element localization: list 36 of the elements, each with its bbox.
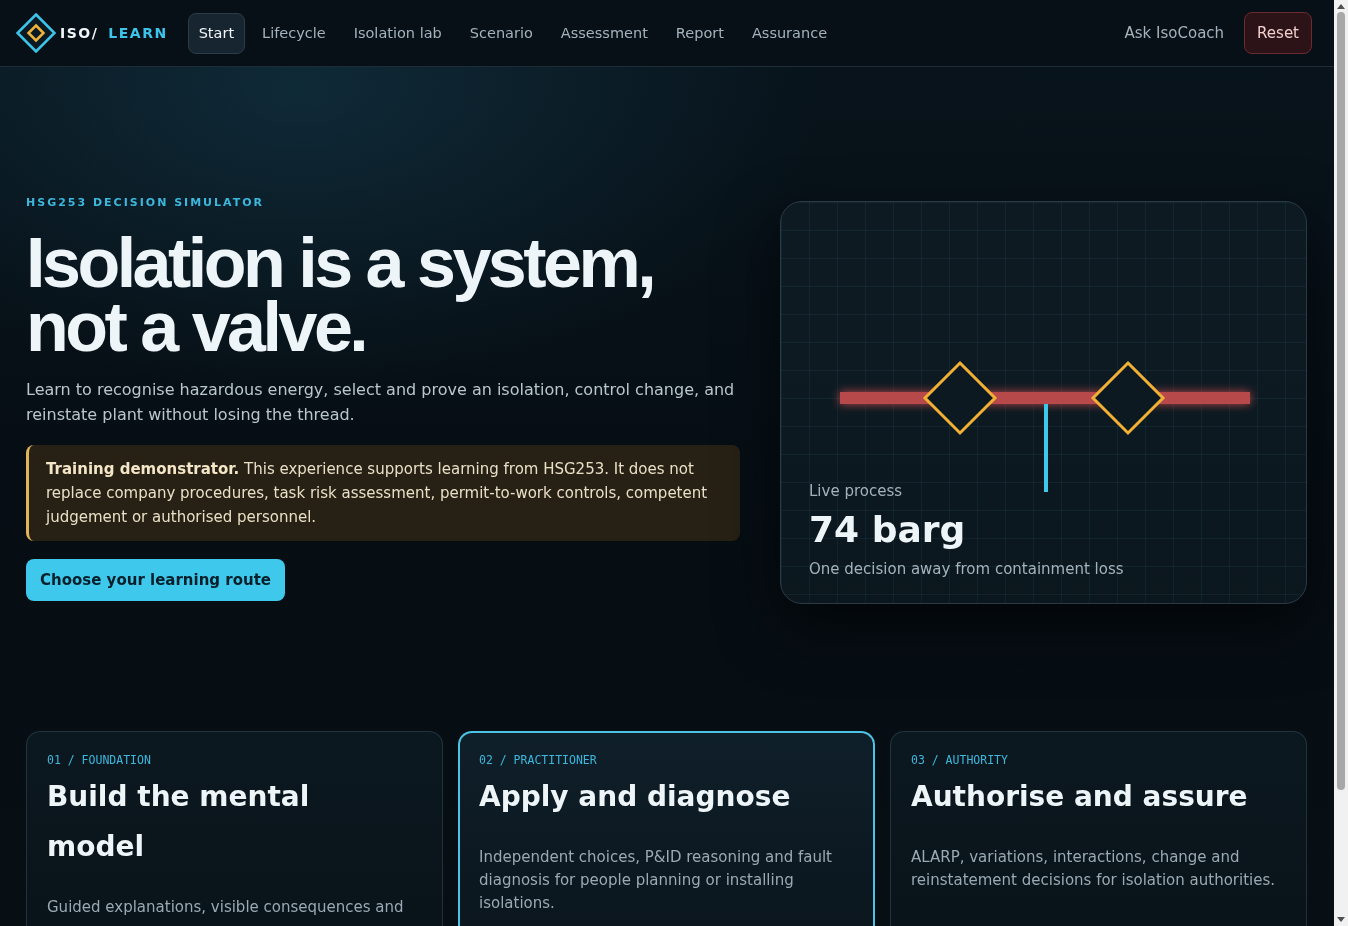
nav-tab[interactable]: Lifecycle bbox=[251, 12, 337, 54]
route-description: ALARP, variations, interactions, change and reinstatement decisions for isolation authorities. bbox=[911, 847, 1277, 891]
learning-route-button[interactable]: Choose your learning route bbox=[26, 559, 286, 601]
eyebrow-text: HSG253 DECISION SIMULATOR bbox=[26, 195, 265, 211]
reset-button[interactable]: Reset bbox=[1244, 12, 1312, 54]
route-card[interactable]: 01 / FOUNDATION Build the mental model Guided explanations, visible consequences and bbox=[26, 731, 443, 926]
route-card[interactable]: 03 / AUTHORITY Authorise and assure ALARP, variations, interactions, change and reinstatement decisions for isolation authorities. bbox=[890, 731, 1307, 926]
logo-text: ISO/ bbox=[60, 25, 99, 41]
process-label: Live process bbox=[809, 481, 903, 502]
logo-text: LEARN bbox=[108, 25, 168, 41]
pressure-value: 74 barg bbox=[809, 508, 966, 552]
route-tag: 02 / PRACTITIONER bbox=[479, 752, 597, 768]
route-title: Apply and diagnose bbox=[479, 779, 791, 815]
nav-tab[interactable]: Start bbox=[187, 12, 246, 54]
route-title: Authorise and assure bbox=[911, 779, 1248, 815]
route-description: Guided explanations, visible consequences and bbox=[47, 897, 404, 918]
scrollbar-thumb[interactable] bbox=[1337, 12, 1345, 790]
route-description: Independent choices, P&ID reasoning and fault diagnosis for people planning or installing isolations. bbox=[479, 847, 833, 914]
nav-tab[interactable]: Isolation lab bbox=[342, 12, 453, 54]
route-tag: 01 / FOUNDATION bbox=[47, 752, 151, 768]
nav-tab[interactable]: Scenario bbox=[458, 12, 544, 54]
route-title: Build the mental model bbox=[47, 779, 311, 865]
nav-tab[interactable]: Report bbox=[664, 12, 735, 54]
diamond-logo-icon bbox=[16, 13, 56, 53]
notice-text: Training demonstrator. This experience supports learning from HSG253. It does not replace company procedures, task risk assessment, permit-to-work controls, competent judgement or authorised personnel. bbox=[46, 459, 709, 528]
route-card[interactable]: 02 / PRACTITIONER Apply and diagnose Independent choices, P&ID reasoning and fault diagnosis for people planning or installing isolations. bbox=[458, 731, 875, 926]
nav-tab[interactable]: Assurance bbox=[740, 12, 839, 54]
coach-link[interactable]: Ask IsoCoach bbox=[1124, 24, 1225, 42]
up-arrow-icon[interactable] bbox=[1337, 4, 1345, 9]
down-arrow-icon[interactable] bbox=[1337, 917, 1345, 922]
route-tag: 03 / AUTHORITY bbox=[911, 752, 1008, 768]
scrollbar[interactable] bbox=[1334, 0, 1348, 926]
process-caption: One decision away from containment loss bbox=[809, 559, 1124, 580]
hero-lead-text: Learn to recognise hazardous energy, select and prove an isolation, control change, and reinstate plant without losing the thread. bbox=[26, 379, 736, 426]
nav-tab[interactable]: Assessment bbox=[549, 12, 659, 54]
hero-heading: Isolation is a system, not a valve. bbox=[26, 231, 655, 359]
